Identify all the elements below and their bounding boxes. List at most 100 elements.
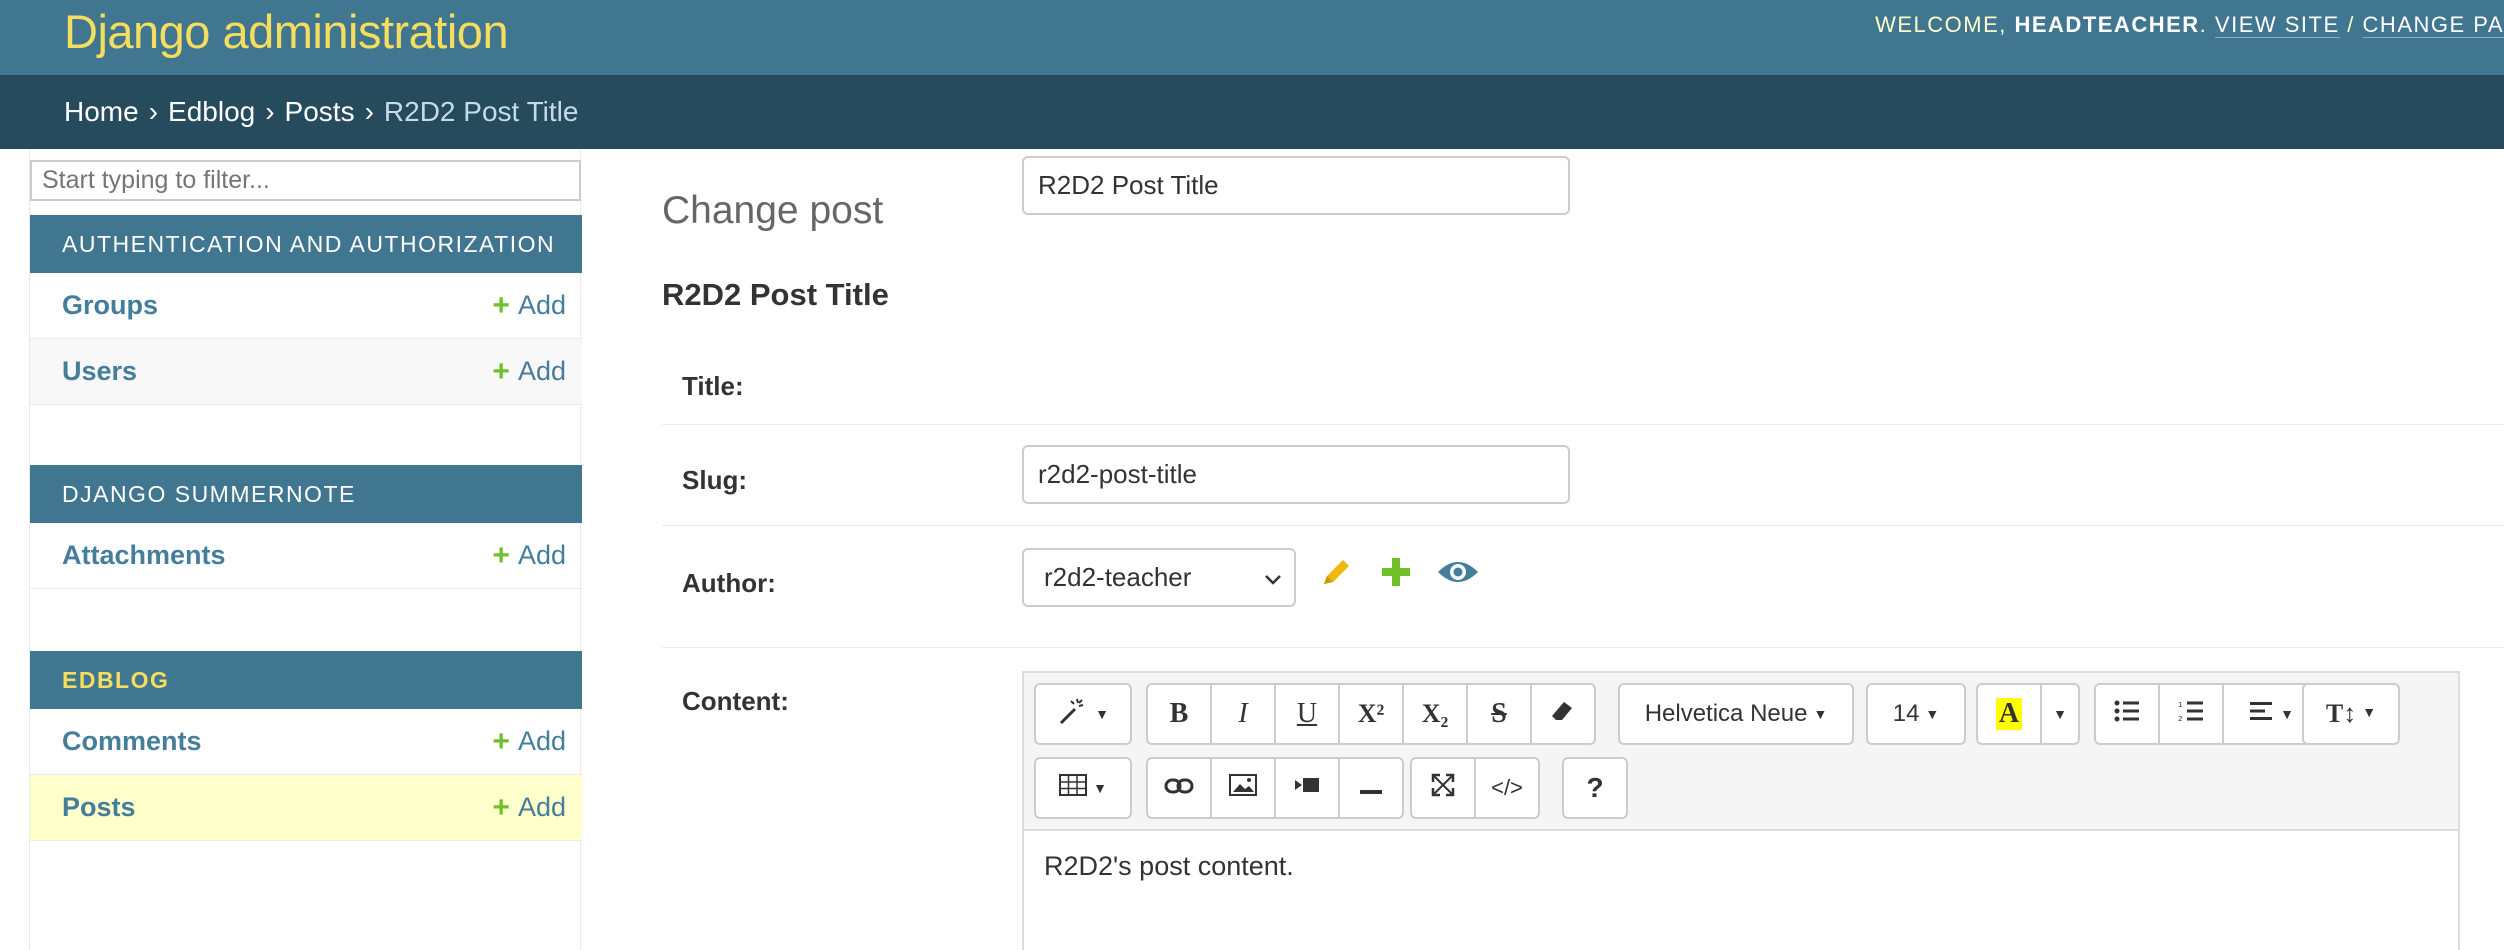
form-row-title: Title: R2D2 Post Title: [662, 156, 2504, 425]
site-branding[interactable]: Django administration: [64, 4, 509, 59]
sidebar-item-attachments-link[interactable]: Attachments: [62, 540, 492, 571]
sidebar-item-posts: Posts + Add: [30, 775, 582, 841]
color-group: A ▼: [1976, 683, 2080, 745]
author-select[interactable]: r2d2-teacher: [1022, 548, 1296, 607]
content-label: Content:: [682, 686, 789, 716]
add-group-link[interactable]: + Add: [492, 289, 566, 323]
unordered-list-icon: [2114, 700, 2140, 729]
font-size-value: 14: [1892, 700, 1920, 727]
view-site-link[interactable]: VIEW SITE: [2214, 12, 2340, 38]
help-button[interactable]: ?: [1562, 757, 1628, 819]
editor-content-area[interactable]: R2D2's post content.: [1024, 831, 2458, 902]
sidebar-item-users-link[interactable]: Users: [62, 356, 492, 387]
title-label: Title:: [682, 371, 744, 401]
insert-group: [1146, 757, 1404, 819]
style-button[interactable]: ▼: [1034, 683, 1132, 745]
author-select-value: r2d2-teacher: [1044, 562, 1192, 592]
nav-filter-input[interactable]: [30, 160, 581, 201]
horizontal-rule-button[interactable]: [1338, 757, 1404, 819]
breadcrumb-home[interactable]: Home: [64, 96, 139, 128]
fullscreen-button[interactable]: [1410, 757, 1476, 819]
video-button[interactable]: [1274, 757, 1340, 819]
ordered-list-icon: 12: [2178, 700, 2204, 729]
table-button[interactable]: ▼: [1034, 757, 1132, 819]
module-caption-auth[interactable]: AUTHENTICATION AND AUTHORIZATION: [30, 215, 582, 273]
sidebar-item-users: Users + Add: [30, 339, 582, 405]
sidebar-item-comments-link[interactable]: Comments: [62, 726, 492, 757]
highlight-letter: A: [1995, 698, 2023, 730]
align-left-icon: [2250, 700, 2274, 728]
pencil-icon[interactable]: [1318, 554, 1354, 590]
caret-down-icon: ▼: [1813, 706, 1828, 722]
add-related-icon[interactable]: [1378, 554, 1414, 590]
superscript-button[interactable]: X²: [1338, 683, 1404, 745]
caret-down-icon: ▼: [1095, 706, 1109, 722]
line-height-button[interactable]: T↕ ▼: [2302, 683, 2400, 745]
subscript-button[interactable]: X₂: [1402, 683, 1468, 745]
caret-down-icon: ▼: [1925, 706, 1940, 722]
sidebar-item-attachments: Attachments + Add: [30, 523, 582, 589]
breadcrumb-separator: ›: [265, 96, 275, 127]
link-icon: [1164, 774, 1194, 802]
help-group: ?: [1562, 757, 1628, 819]
color-dropdown-button[interactable]: ▼: [2040, 683, 2080, 745]
breadcrumb-posts[interactable]: Posts: [285, 96, 355, 128]
author-label: Author:: [682, 568, 776, 598]
view-related-icon[interactable]: [1436, 554, 1480, 590]
italic-button[interactable]: I: [1210, 683, 1276, 745]
add-icon: +: [492, 354, 510, 388]
clear-format-button[interactable]: [1530, 683, 1596, 745]
module-caption-summernote[interactable]: DJANGO SUMMERNOTE: [30, 465, 582, 523]
font-size-dropdown[interactable]: 14 ▼: [1866, 683, 1966, 745]
add-label: Add: [517, 356, 566, 386]
sidebar-item-posts-link[interactable]: Posts: [62, 792, 492, 823]
video-icon: [1293, 774, 1321, 802]
image-button[interactable]: [1210, 757, 1276, 819]
underline-button[interactable]: U: [1274, 683, 1340, 745]
minus-icon: [1360, 774, 1382, 802]
expand-icon: [1431, 773, 1455, 804]
font-size-group: 14 ▼: [1866, 683, 1966, 745]
svg-text:2: 2: [2178, 715, 2182, 722]
add-attachment-link[interactable]: + Add: [492, 539, 566, 573]
caret-down-icon: ▼: [1093, 780, 1107, 796]
add-icon: +: [492, 790, 510, 824]
username: HEADTEACHER: [2014, 12, 2200, 37]
object-title: R2D2 Post Title: [662, 277, 889, 312]
add-comment-link[interactable]: + Add: [492, 725, 566, 759]
title-input[interactable]: R2D2 Post Title: [1022, 156, 1570, 215]
welcome-period: .: [2199, 12, 2208, 37]
ordered-list-button[interactable]: 12: [2158, 683, 2224, 745]
form-row-slug: Slug: r2d2-post-title: [662, 425, 2504, 526]
add-label: Add: [517, 290, 566, 320]
nav-sidebar: AUTHENTICATION AND AUTHORIZATION Groups …: [29, 149, 582, 950]
font-name-value: Helvetica Neue: [1644, 700, 1808, 727]
highlight-color-button[interactable]: A: [1976, 683, 2042, 745]
code-view-button[interactable]: </>: [1474, 757, 1540, 819]
bold-button[interactable]: B: [1146, 683, 1212, 745]
strikethrough-button[interactable]: S: [1466, 683, 1532, 745]
module-caption-edblog[interactable]: EDBLOG: [30, 651, 582, 709]
caret-down-icon: ▼: [2362, 706, 2377, 721]
add-icon: +: [492, 724, 510, 758]
slug-input[interactable]: r2d2-post-title: [1022, 445, 1570, 504]
change-password-link[interactable]: CHANGE PA: [2362, 12, 2504, 38]
paragraph-group: 12 ▼: [2094, 683, 2322, 745]
sidebar-item-groups-link[interactable]: Groups: [62, 290, 492, 321]
sidebar-item-groups: Groups + Add: [30, 273, 582, 339]
header: Django administration WELCOME, HEADTEACH…: [0, 0, 2504, 75]
sidebar-item-comments: Comments + Add: [30, 709, 582, 775]
font-name-dropdown[interactable]: Helvetica Neue ▼: [1618, 683, 1854, 745]
slug-label: Slug:: [682, 465, 747, 495]
add-post-link[interactable]: + Add: [492, 791, 566, 825]
add-icon: +: [492, 288, 510, 322]
magic-wand-icon: [1057, 697, 1089, 732]
breadcrumb-edblog[interactable]: Edblog: [168, 96, 255, 128]
link-button[interactable]: [1146, 757, 1212, 819]
user-tools: WELCOME, HEADTEACHER. VIEW SITE / CHANGE…: [1875, 12, 2504, 38]
unordered-list-button[interactable]: [2094, 683, 2160, 745]
add-icon: +: [492, 538, 510, 572]
eraser-icon: [1550, 698, 1576, 731]
user-tools-divider: /: [2347, 12, 2355, 37]
add-user-link[interactable]: + Add: [492, 355, 566, 389]
